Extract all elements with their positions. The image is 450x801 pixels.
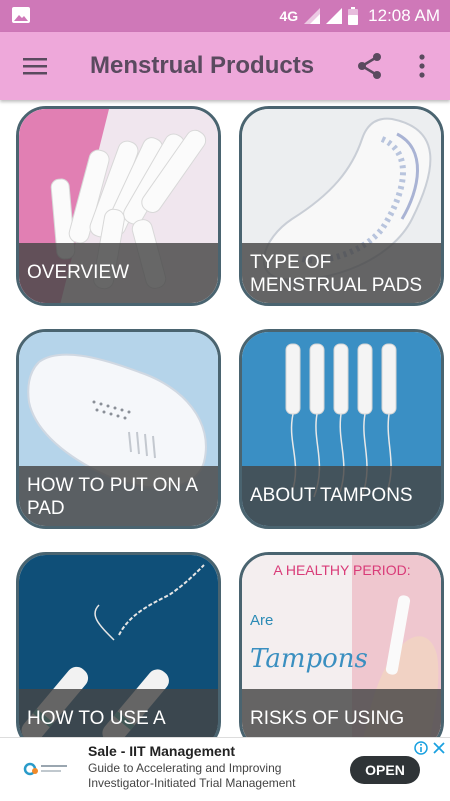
page-title: Menstrual Products: [90, 52, 315, 79]
battery-icon: [348, 7, 359, 25]
card-label: RISKS OF USING: [242, 689, 441, 737]
card-how-to-put-on-pad[interactable]: HOW TO PUT ON A PAD: [16, 329, 221, 529]
card-label: OVERVIEW: [19, 243, 218, 303]
app-bar: Menstrual Products: [0, 32, 450, 100]
menu-icon[interactable]: [22, 53, 48, 79]
network-type: 4G: [279, 8, 299, 24]
ad-description: Guide to Accelerating and Improving Inve…: [88, 761, 296, 790]
card-label: HOW TO PUT ON A PAD: [19, 466, 218, 526]
ad-title[interactable]: Sale - IIT Management: [88, 743, 235, 759]
image-word-are: Are: [250, 612, 273, 629]
advertiser-logo: [23, 762, 67, 776]
card-how-to-use[interactable]: HOW TO USE A: [16, 552, 221, 737]
close-icon[interactable]: [432, 741, 446, 755]
more-vert-icon[interactable]: [410, 52, 434, 80]
card-risks-of-using[interactable]: A HEALTHY PERIOD: Are Tampons RISKS OF U…: [239, 552, 444, 737]
ad-banner[interactable]: Sale - IIT Management Guide to Accelerat…: [0, 737, 450, 801]
card-overview[interactable]: OVERVIEW: [16, 106, 221, 306]
card-label: HOW TO USE A: [19, 689, 218, 737]
card-about-tampons[interactable]: ABOUT TAMPONS: [239, 329, 444, 529]
image-word-tampons: Tampons: [250, 644, 368, 674]
image-headline: A HEALTHY PERIOD:: [273, 562, 410, 578]
signal-icon: [326, 8, 343, 24]
status-bar: 4G 12:08 AM: [0, 0, 450, 32]
card-label: ABOUT TAMPONS: [242, 466, 441, 526]
topic-grid: OVERVIEW TYPE OF MENSTRUAL PADS HOW TO P…: [0, 100, 450, 737]
card-label: TYPE OF MENSTRUAL PADS: [242, 243, 441, 303]
card-type-of-pads[interactable]: TYPE OF MENSTRUAL PADS: [239, 106, 444, 306]
signal-icon: [304, 8, 321, 24]
share-icon[interactable]: [356, 52, 384, 80]
clock: 12:08 AM: [368, 6, 440, 25]
ad-open-button[interactable]: OPEN: [350, 756, 420, 784]
image-icon: [12, 7, 30, 23]
adchoices-info-icon[interactable]: [414, 741, 428, 755]
